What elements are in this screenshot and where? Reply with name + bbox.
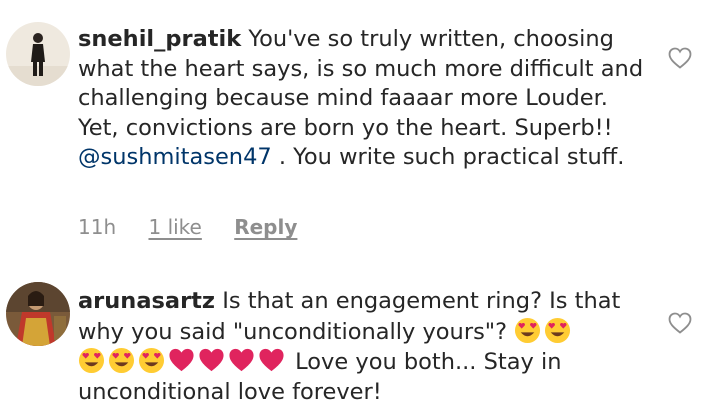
comment-text: arunasartz Is that an engagement ring? I… xyxy=(78,287,648,407)
comment-body-end: . You write such practical stuff. xyxy=(271,144,625,170)
mention-link[interactable]: @sushmitasen47 xyxy=(78,144,272,170)
red-heart-emoji xyxy=(168,347,195,374)
comment-meta: 11h 1 like Reply xyxy=(78,215,323,239)
likes-count-link[interactable]: 1 like xyxy=(148,215,201,239)
heart-outline-icon[interactable] xyxy=(668,47,692,69)
username[interactable]: arunasartz xyxy=(78,288,215,314)
timestamp: 11h xyxy=(78,215,117,239)
heart-eyes-emoji xyxy=(78,347,105,374)
red-heart-emoji xyxy=(228,347,255,374)
avatar[interactable] xyxy=(6,22,70,86)
heart-eyes-emoji xyxy=(138,347,165,374)
username[interactable]: snehil_pratik xyxy=(78,26,241,52)
red-heart-emoji xyxy=(198,347,225,374)
red-heart-emoji xyxy=(258,347,285,374)
heart-eyes-emoji xyxy=(544,317,571,344)
avatar[interactable] xyxy=(6,282,70,346)
heart-eyes-emoji xyxy=(514,317,541,344)
comment-text: snehil_pratik You've so truly written, c… xyxy=(78,25,648,173)
reply-button[interactable]: Reply xyxy=(234,215,297,239)
heart-eyes-emoji xyxy=(108,347,135,374)
heart-outline-icon[interactable] xyxy=(668,312,692,334)
